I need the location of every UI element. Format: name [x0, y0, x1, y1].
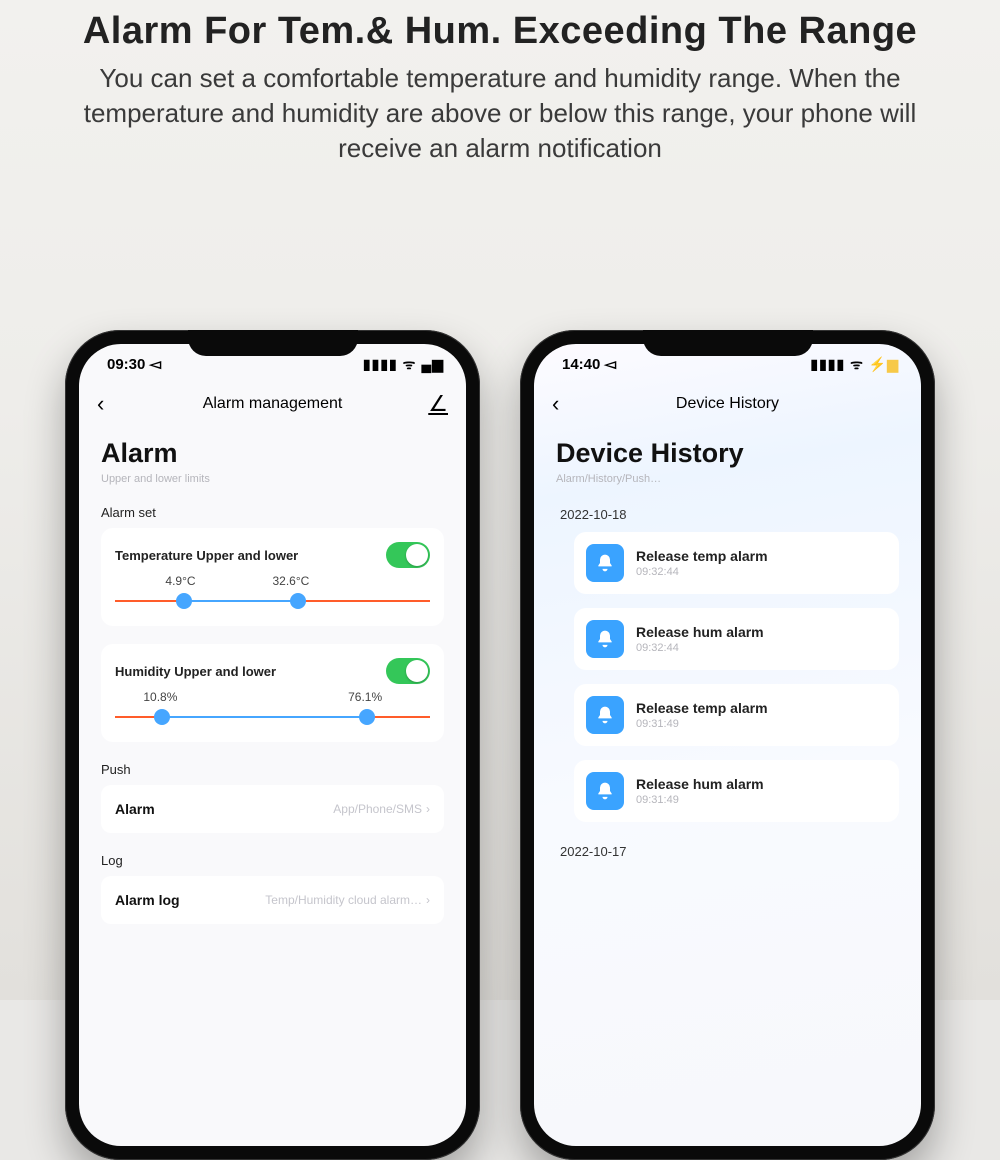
- temperature-alarm-toggle[interactable]: [386, 542, 430, 568]
- page-subtitle: Upper and lower limits: [101, 473, 444, 485]
- humidity-range-label: Humidity Upper and lower: [115, 664, 276, 679]
- history-item[interactable]: Release hum alarm 09:31:49: [574, 760, 899, 822]
- history-item[interactable]: Release temp alarm 09:32:44: [574, 532, 899, 594]
- battery-icon: ▄▆: [421, 356, 444, 372]
- push-alarm-label: Alarm: [115, 801, 155, 817]
- bell-icon: [586, 696, 624, 734]
- humidity-range-slider[interactable]: [115, 710, 430, 724]
- history-item-title: Release temp alarm: [636, 700, 768, 716]
- alarm-log-label: Alarm log: [115, 892, 180, 908]
- history-item-time: 09:32:44: [636, 642, 764, 654]
- humidity-high-thumb[interactable]: [359, 709, 375, 725]
- marketing-subtitle: You can set a comfortable temperature an…: [60, 61, 940, 166]
- temperature-range-label: Temperature Upper and lower: [115, 548, 298, 563]
- wifi-icon: ᯤ: [403, 356, 417, 372]
- history-item[interactable]: Release hum alarm 09:32:44: [574, 608, 899, 670]
- nav-title: Alarm management: [121, 395, 424, 413]
- temperature-high-value: 32.6°C: [273, 574, 310, 588]
- back-button[interactable]: ‹: [552, 391, 576, 417]
- push-alarm-hint: App/Phone/SMS ›: [333, 802, 430, 816]
- signal-icon: ▮▮▮▮: [810, 356, 845, 372]
- temperature-low-value: 4.9°C: [165, 574, 195, 588]
- history-date: 2022-10-18: [560, 507, 899, 522]
- battery-charging-icon: ⚡▆: [869, 356, 899, 372]
- temperature-high-thumb[interactable]: [290, 593, 306, 609]
- nav-title: Device History: [576, 395, 879, 413]
- wifi-icon: ᯤ: [850, 356, 864, 372]
- temperature-range-slider[interactable]: [115, 594, 430, 608]
- history-item-time: 09:31:49: [636, 794, 764, 806]
- status-icons: ▮▮▮▮ ᯤ ⚡▆: [810, 355, 899, 374]
- section-alarm-set: Alarm set: [101, 505, 444, 520]
- section-log: Log: [101, 853, 444, 868]
- chevron-right-icon: ›: [426, 893, 430, 907]
- history-item-title: Release hum alarm: [636, 624, 764, 640]
- bell-icon: [586, 620, 624, 658]
- status-time: 14:40 ◅: [562, 355, 616, 373]
- history-item-title: Release temp alarm: [636, 548, 768, 564]
- humidity-high-value: 76.1%: [348, 690, 382, 704]
- status-icons: ▮▮▮▮ ᯤ ▄▆: [363, 355, 444, 374]
- bell-icon: [586, 772, 624, 810]
- bell-icon: [586, 544, 624, 582]
- history-item-time: 09:31:49: [636, 718, 768, 730]
- status-time: 09:30 ◅: [107, 355, 161, 373]
- alarm-log-hint: Temp/Humidity cloud alarm… ›: [265, 893, 430, 907]
- edit-button[interactable]: ∠: [424, 391, 448, 417]
- marketing-title: Alarm For Tem.& Hum. Exceeding The Range: [60, 10, 940, 53]
- humidity-alarm-toggle[interactable]: [386, 658, 430, 684]
- history-item-title: Release hum alarm: [636, 776, 764, 792]
- chevron-right-icon: ›: [426, 802, 430, 816]
- page-subtitle: Alarm/History/Push…: [556, 473, 899, 485]
- section-push: Push: [101, 762, 444, 777]
- history-item-time: 09:32:44: [636, 566, 768, 578]
- signal-icon: ▮▮▮▮: [363, 356, 398, 372]
- history-item[interactable]: Release temp alarm 09:31:49: [574, 684, 899, 746]
- humidity-low-thumb[interactable]: [154, 709, 170, 725]
- humidity-low-value: 10.8%: [143, 690, 177, 704]
- page-title: Alarm: [101, 438, 444, 469]
- page-title: Device History: [556, 438, 899, 469]
- history-date: 2022-10-17: [560, 844, 899, 859]
- app-nav: ‹ Device History: [534, 384, 921, 424]
- phone-alarm-management: 09:30 ◅ ▮▮▮▮ ᯤ ▄▆ ‹ Alarm management ∠ A…: [65, 330, 480, 1160]
- temperature-low-thumb[interactable]: [176, 593, 192, 609]
- row-push-alarm[interactable]: Alarm App/Phone/SMS ›: [101, 785, 444, 833]
- row-alarm-log[interactable]: Alarm log Temp/Humidity cloud alarm… ›: [101, 876, 444, 924]
- card-temperature-range: Temperature Upper and lower 4.9°C 32.6°C: [101, 528, 444, 626]
- card-humidity-range: Humidity Upper and lower 10.8% 76.1%: [101, 644, 444, 742]
- back-button[interactable]: ‹: [97, 391, 121, 417]
- phone-device-history: 14:40 ◅ ▮▮▮▮ ᯤ ⚡▆ ‹ Device History Devic…: [520, 330, 935, 1160]
- app-nav: ‹ Alarm management ∠: [79, 384, 466, 424]
